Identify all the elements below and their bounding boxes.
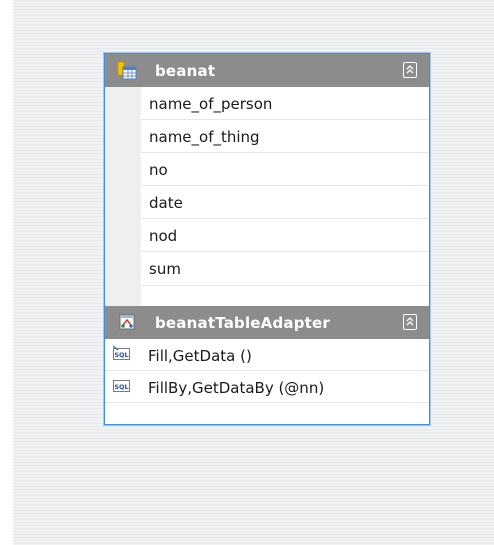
collapse-chevrons-icon[interactable]	[403, 62, 417, 78]
table-adapter-icon	[117, 314, 137, 332]
column-row[interactable]: sum	[141, 252, 429, 286]
column-name: name_of_person	[149, 95, 273, 113]
query-label: FillBy,GetDataBy (@nn)	[148, 379, 325, 397]
column-name: no	[149, 161, 168, 179]
collapse-chevrons-icon[interactable]	[403, 314, 417, 330]
table-header[interactable]: beanat	[105, 54, 429, 87]
column-name: date	[149, 194, 183, 212]
column-name: name_of_thing	[149, 128, 260, 146]
row-gutter	[105, 87, 141, 306]
table-adapter-header[interactable]: beanatTableAdapter	[105, 306, 429, 339]
column-list: name_of_person name_of_thing no date nod…	[105, 87, 429, 306]
column-name: nod	[149, 227, 178, 245]
column-row[interactable]: date	[141, 186, 429, 219]
query-row[interactable]: SQL FillBy,GetDataBy (@nn)	[105, 371, 429, 403]
sql-query-icon: SQL	[113, 378, 130, 394]
column-row[interactable]: name_of_thing	[141, 120, 429, 153]
table-adapter-title: beanatTableAdapter	[155, 314, 331, 332]
datatable-beanat[interactable]: beanat name_of_person name_of_thing no d…	[104, 53, 430, 425]
table-icon	[117, 61, 137, 80]
column-row[interactable]: name_of_person	[141, 87, 429, 120]
query-label: Fill,GetData ()	[148, 347, 252, 365]
column-name: sum	[149, 260, 181, 278]
column-row[interactable]: no	[141, 153, 429, 186]
svg-text:SQL: SQL	[114, 351, 128, 359]
svg-text:SQL: SQL	[114, 383, 128, 391]
sql-query-icon: SQL	[112, 345, 130, 362]
table-title: beanat	[155, 62, 216, 80]
column-row[interactable]: nod	[141, 219, 429, 252]
query-row[interactable]: SQL Fill,GetData ()	[105, 339, 429, 371]
